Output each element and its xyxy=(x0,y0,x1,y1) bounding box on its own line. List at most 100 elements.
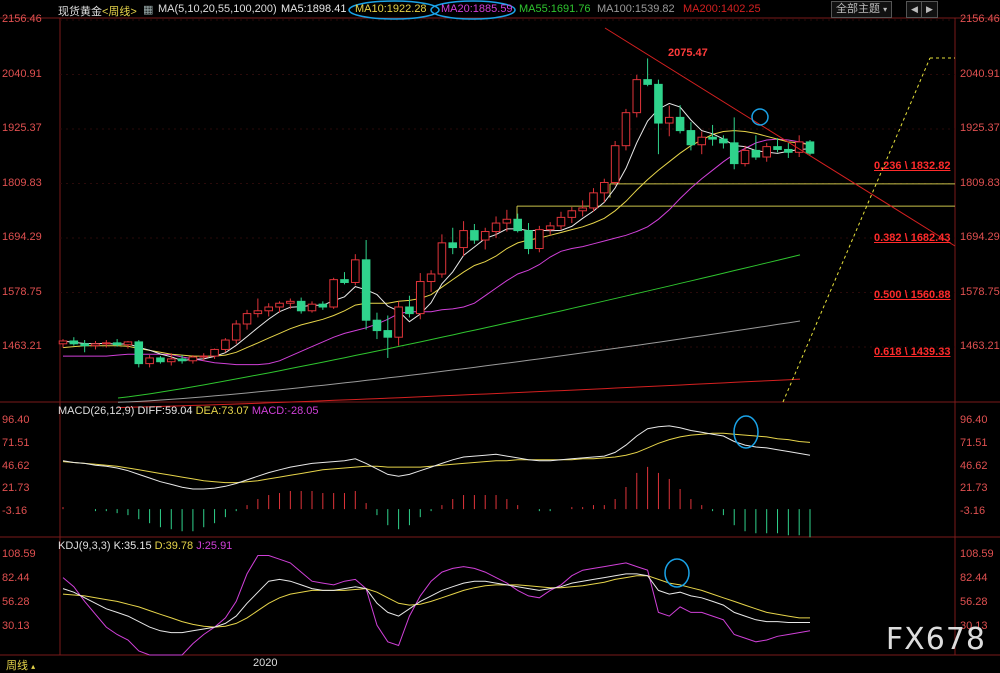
price-axis-left-tick-label: 1463.21 xyxy=(2,340,42,352)
candle-body xyxy=(513,218,522,232)
candle-body xyxy=(610,145,620,183)
fib-label-0236: 0.236 \ 1832.82 xyxy=(874,160,951,172)
macd-axis-left-tick-label: 46.62 xyxy=(2,459,30,472)
candle-body xyxy=(697,136,707,146)
macd-value: MACD:-28.05 xyxy=(251,405,319,417)
ma100-value: MA100:1539.82 xyxy=(597,3,675,15)
candle-body xyxy=(470,230,479,241)
candle-body xyxy=(654,83,663,124)
candle-body xyxy=(729,142,739,165)
candle-body xyxy=(286,300,295,304)
candle-body xyxy=(123,341,133,346)
candle-body xyxy=(589,192,598,209)
instrument-name: 现货黄金 xyxy=(58,6,102,18)
macd-axis-left-tick-label: 96.40 xyxy=(2,414,30,426)
candle-body xyxy=(459,230,468,249)
fib-label-0382: 0.382 \ 1682.43 xyxy=(874,232,951,244)
candle-body xyxy=(535,229,544,250)
chevron-down-icon: ▾ xyxy=(883,5,888,14)
nav-right-button[interactable]: ▶ xyxy=(921,1,938,18)
macd-axis-left-tick-label: 71.51 xyxy=(2,436,30,449)
candle-body xyxy=(307,303,317,312)
macd-axis-left-tick-label: -3.16 xyxy=(2,505,28,517)
candle-body xyxy=(210,348,219,357)
price-axis-left-tick-label: 1694.29 xyxy=(2,231,42,243)
kdj-j: J:25.91 xyxy=(196,540,233,552)
candle-body xyxy=(264,306,273,312)
candle-body xyxy=(762,146,771,158)
candle-body xyxy=(80,343,89,347)
macd-header: MACD(26,12,9) DIFF:59.04 DEA:73.07 MACD:… xyxy=(58,405,318,417)
ma20-value: MA20:1885.59 xyxy=(441,3,513,15)
candle-body xyxy=(545,225,555,231)
candle-body xyxy=(664,116,674,124)
kdj-axis-right-tick-label: 56.28 xyxy=(960,596,988,608)
price-axis-right-tick-label: 1925.37 xyxy=(960,122,1000,134)
candle-body xyxy=(773,146,782,150)
candle-body xyxy=(502,218,512,224)
price-axis-right-tick-label: 2040.91 xyxy=(960,67,1000,80)
ma55-value: MA55:1691.76 xyxy=(519,3,591,15)
candle-body xyxy=(372,319,382,332)
kdj-axis-left-tick-label: 30.13 xyxy=(2,620,30,632)
candle-body xyxy=(632,79,642,114)
candle-body xyxy=(69,340,79,345)
price-axis-left-tick-label: 2156.46 xyxy=(2,13,42,25)
candle-body xyxy=(329,279,338,308)
ma-label: MA(5,10,20,55,100,200) xyxy=(158,3,277,15)
fib-label-0618: 0.618 \ 1439.33 xyxy=(874,346,951,358)
price-axis-left-tick-label: 1578.75 xyxy=(2,285,42,298)
candle-body xyxy=(751,149,761,158)
candle-body xyxy=(351,259,360,283)
theme-selector-button[interactable]: 全部主题 ▾ xyxy=(831,1,893,18)
candle-body xyxy=(188,356,198,362)
candle-body xyxy=(621,112,631,147)
kdj-axis-right-tick-label: 108.59 xyxy=(960,548,994,560)
price-axis-right-tick-label: 2156.46 xyxy=(960,13,1000,25)
candle-body xyxy=(719,138,728,144)
candle-body xyxy=(361,259,371,321)
macd-axis-right-tick-label: 96.40 xyxy=(960,414,988,426)
candle-body xyxy=(600,181,609,194)
price-axis-left-tick-label: 1809.83 xyxy=(2,176,42,189)
price-axis-right-tick-label: 1694.29 xyxy=(960,231,1000,243)
candle-body xyxy=(643,79,652,85)
candle-body xyxy=(221,339,230,350)
candle-body xyxy=(524,230,533,250)
candle-body xyxy=(415,281,425,315)
macd-axis-left-tick-label: 21.73 xyxy=(2,482,30,495)
period-tab-label: 周线 xyxy=(6,660,28,672)
price-axis-left-tick-label: 1925.37 xyxy=(2,122,42,134)
price-axis-right-tick-label: 1809.83 xyxy=(960,176,1000,189)
candle-body xyxy=(578,207,587,212)
candle-body xyxy=(426,273,436,283)
candle-body xyxy=(166,358,176,363)
candle-body xyxy=(740,149,750,165)
kdj-d: D:39.78 xyxy=(154,540,194,552)
ma-indicator-icon: ▦ xyxy=(143,4,154,16)
period-tab[interactable]: 周线 ▴ xyxy=(6,657,35,673)
candle-body xyxy=(231,323,241,341)
macd-axis-right-tick-label: 71.51 xyxy=(960,436,988,449)
candle-body xyxy=(134,341,144,365)
candle-body xyxy=(394,306,403,338)
macd-dea: DEA:73.07 xyxy=(195,405,249,417)
candle-body xyxy=(405,306,414,315)
kdj-axis-left-tick-label: 108.59 xyxy=(2,548,36,560)
candle-body xyxy=(491,222,501,233)
candle-body xyxy=(480,231,490,241)
period-label: <周线> xyxy=(102,6,137,18)
chevron-up-icon: ▴ xyxy=(31,662,36,671)
macd-axis-right-tick-label: 46.62 xyxy=(960,459,988,472)
candle-body xyxy=(686,130,696,146)
candle-body xyxy=(275,302,284,308)
theme-selector-label: 全部主题 xyxy=(836,3,880,15)
candle-body xyxy=(91,343,100,347)
macd-axis-right-tick-label: 21.73 xyxy=(960,482,988,495)
candle-body xyxy=(437,242,447,275)
candle-body xyxy=(805,141,815,154)
candle-body xyxy=(296,300,306,312)
kdj-axis-right-tick-label: 82.44 xyxy=(960,571,988,584)
candle-body xyxy=(784,148,793,153)
candle-body xyxy=(318,303,328,308)
